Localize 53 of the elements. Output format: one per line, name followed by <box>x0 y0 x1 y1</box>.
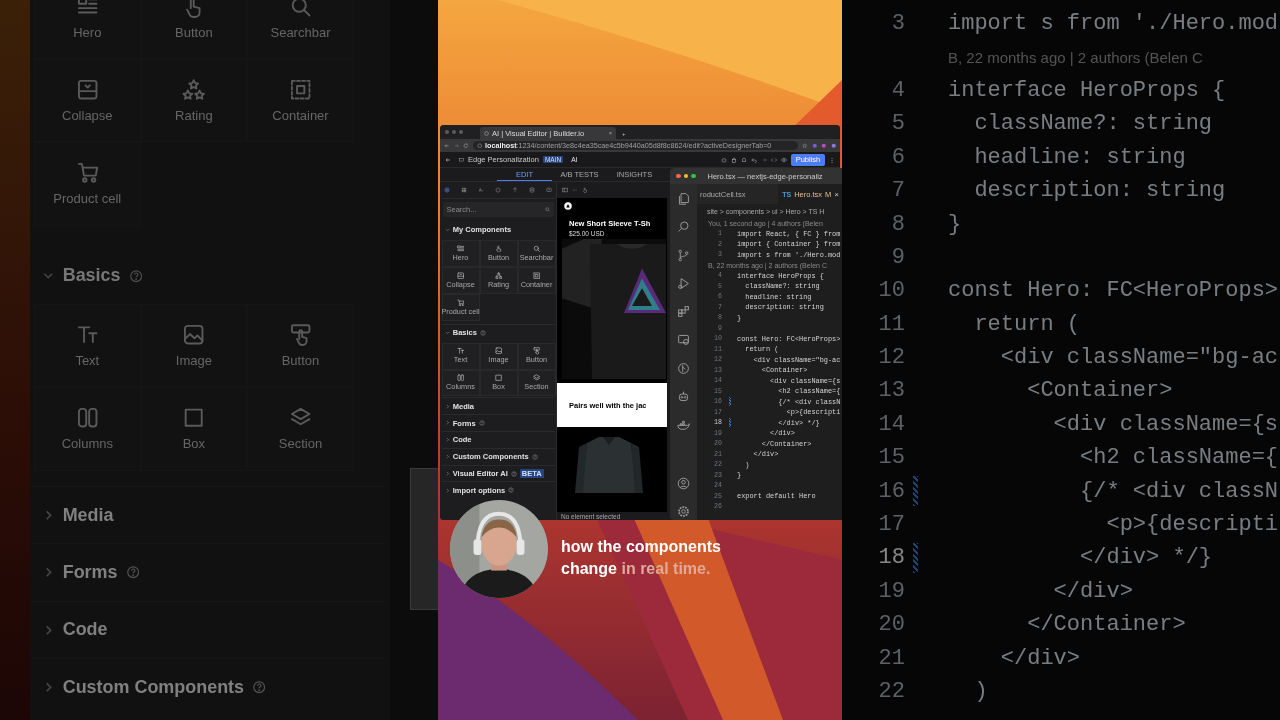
line-number: 7 <box>890 178 905 204</box>
line-number: 22 <box>877 679 905 704</box>
code-line: {/* <div classN <box>1079 478 1279 504</box>
code-line: ) <box>973 679 988 704</box>
square-icon <box>182 406 206 430</box>
code-line: <h2 className={ <box>1079 445 1279 471</box>
section-header[interactable]: Custom Components <box>34 657 386 716</box>
line-number: 6 <box>890 144 905 170</box>
code-line: <div className={s <box>1052 411 1279 437</box>
code-line: </div> <box>999 645 1081 671</box>
section-header[interactable]: Basics <box>34 247 386 305</box>
code-line: const Hero: FC<HeroProps> <box>948 278 1279 304</box>
code-line: <div className="bg-ac <box>999 345 1279 371</box>
line-number: 19 <box>877 578 905 604</box>
line-number: 20 <box>877 612 905 638</box>
code-line: </Container> <box>1026 612 1186 638</box>
section-header[interactable]: Forms <box>34 543 386 601</box>
hand-button-icon <box>288 322 313 347</box>
panel-icon <box>75 77 99 102</box>
cart-icon <box>75 160 99 185</box>
section-header[interactable]: Media <box>34 486 386 544</box>
line-number: 21 <box>877 645 905 671</box>
code-line: description: string <box>973 178 1226 204</box>
blame-annotation: B, 22 months ago | 2 authors (Belen C <box>947 48 1203 66</box>
stars-icon <box>182 77 206 102</box>
code-line: return ( <box>973 311 1081 337</box>
line-number: 10 <box>877 278 905 304</box>
code-line: <p>{descripti <box>1105 512 1279 538</box>
line-number: 4 <box>890 77 905 103</box>
line-number: 5 <box>890 111 905 137</box>
code-line: className?: string <box>973 111 1213 137</box>
line-number: 14 <box>877 411 905 437</box>
code-line: interface HeroProps { <box>948 77 1226 103</box>
code-line: <Container> <box>1026 378 1173 404</box>
line-number: 15 <box>877 445 905 471</box>
code-line: import s from './Hero.mod <box>948 11 1279 37</box>
line-number: 16 <box>877 478 905 504</box>
line-number: 8 <box>890 211 905 237</box>
line-number: 3 <box>890 11 905 37</box>
line-number: 17 <box>877 512 905 538</box>
code-line: </div> <box>1052 578 1133 604</box>
code-line: headline: string <box>973 144 1186 170</box>
section-header[interactable]: Code <box>34 600 386 658</box>
line-number: 12 <box>877 345 905 371</box>
dashed-square-icon <box>288 77 313 102</box>
line-number: 11 <box>877 311 905 337</box>
code-line: } <box>948 211 962 237</box>
line-number: 13 <box>877 378 905 404</box>
line-number: 9 <box>890 244 905 270</box>
columns-icon <box>75 406 99 430</box>
line-number: 18 <box>877 545 905 571</box>
image-icon <box>182 322 206 347</box>
code-line: </div> */} <box>1079 545 1213 571</box>
